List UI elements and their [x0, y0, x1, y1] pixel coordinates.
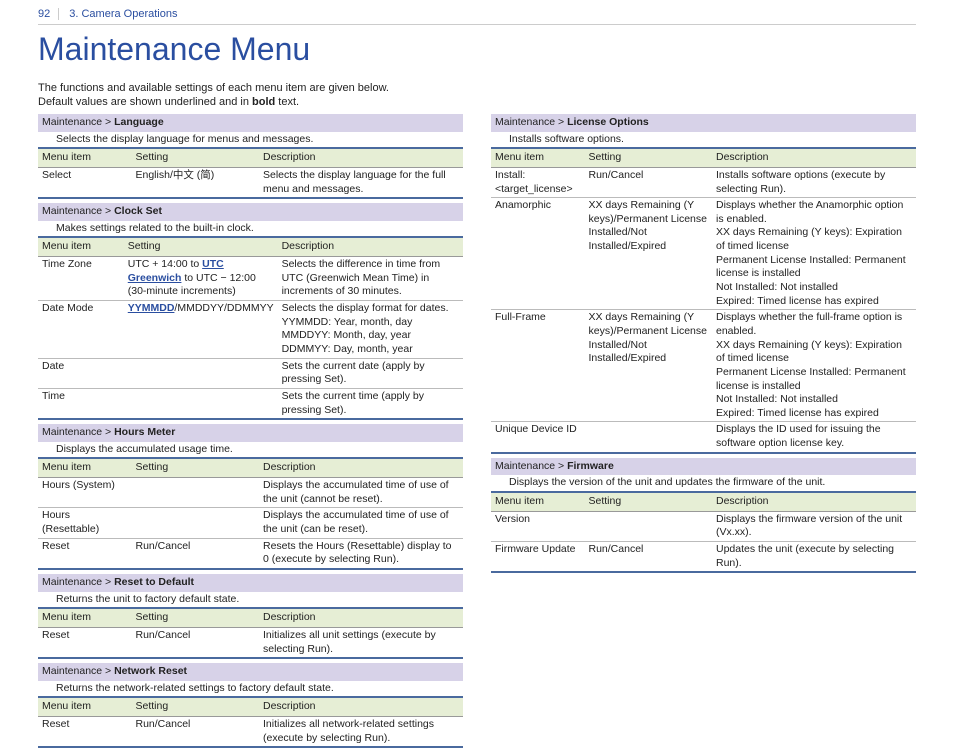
subhead: Maintenance > Clock Set [38, 203, 463, 221]
left-column: Maintenance > Language Selects the displ… [38, 110, 463, 748]
subhead: Maintenance > License Options [491, 114, 916, 132]
column-header: Menu itemSettingDescription [38, 237, 463, 256]
table-row: VersionDisplays the firmware version of … [491, 511, 916, 541]
page-header: 92 3. Camera Operations [38, 0, 916, 25]
subhead: Maintenance > Hours Meter [38, 424, 463, 442]
table-row: ResetRun/CancelInitializes all unit sett… [38, 627, 463, 658]
table-row: Date ModeYYMMDD/MMDDYY/DDMMYYSelects the… [38, 301, 463, 359]
table-row: Time ZoneUTC + 14:00 to UTC Greenwich to… [38, 257, 463, 301]
page-title: Maintenance Menu [38, 31, 916, 68]
table-row: ResetRun/CancelResets the Hours (Resetta… [38, 538, 463, 569]
subdesc: Displays the accumulated usage time. [38, 442, 463, 459]
table-row: Unique Device IDDisplays the ID used for… [491, 422, 916, 453]
link-yymmdd[interactable]: YYMMDD [128, 302, 175, 314]
table-license: Maintenance > License Options Installs s… [491, 114, 916, 454]
table-row: ResetRun/CancelInitializes all network-r… [38, 717, 463, 748]
table-row: Full-FrameXX days Remaining (Y keys)/Per… [491, 310, 916, 422]
table-row: TimeSets the current time (apply by pres… [38, 388, 463, 419]
subdesc: Returns the network-related settings to … [38, 681, 463, 698]
table-reset: Maintenance > Reset to Default Returns t… [38, 574, 463, 659]
table-row: DateSets the current date (apply by pres… [38, 358, 463, 388]
subdesc: Installs software options. [491, 132, 916, 149]
table-row: Hours (System)Displays the accumulated t… [38, 478, 463, 508]
table-row: SelectEnglish/中文 (简)Selects the display … [38, 167, 463, 198]
table-firmware: Maintenance > Firmware Displays the vers… [491, 458, 916, 573]
page-number: 92 [38, 8, 59, 20]
table-row: Firmware UpdateRun/CancelUpdates the uni… [491, 541, 916, 572]
table-row: AnamorphicXX days Remaining (Y keys)/Per… [491, 198, 916, 310]
subhead: Maintenance > Firmware [491, 458, 916, 476]
right-column: Maintenance > License Options Installs s… [491, 110, 916, 748]
subdesc: Displays the version of the unit and upd… [491, 475, 916, 492]
subhead: Maintenance > Network Reset [38, 663, 463, 681]
section-title: 3. Camera Operations [69, 8, 177, 20]
column-header: Menu itemSettingDescription [38, 458, 463, 477]
intro-line-2: Default values are shown underlined and … [38, 96, 916, 108]
table-row: Install: <target_license>Run/CancelInsta… [491, 167, 916, 197]
table-network: Maintenance > Network Reset Returns the … [38, 663, 463, 748]
table-row: Hours (Resettable)Displays the accumulat… [38, 508, 463, 538]
column-header: Menu itemSettingDescription [38, 608, 463, 627]
table-language: Maintenance > Language Selects the displ… [38, 114, 463, 199]
intro-line-1: The functions and available settings of … [38, 82, 916, 94]
subhead: Maintenance > Language [38, 114, 463, 132]
column-header: Menu itemSettingDescription [491, 492, 916, 511]
subdesc: Makes settings related to the built-in c… [38, 221, 463, 238]
column-header: Menu itemSettingDescription [38, 148, 463, 167]
column-header: Menu itemSettingDescription [491, 148, 916, 167]
subhead: Maintenance > Reset to Default [38, 574, 463, 592]
column-header: Menu itemSettingDescription [38, 697, 463, 716]
table-hours: Maintenance > Hours Meter Displays the a… [38, 424, 463, 570]
subdesc: Returns the unit to factory default stat… [38, 592, 463, 609]
table-clock: Maintenance > Clock Set Makes settings r… [38, 203, 463, 420]
subdesc: Selects the display language for menus a… [38, 132, 463, 149]
